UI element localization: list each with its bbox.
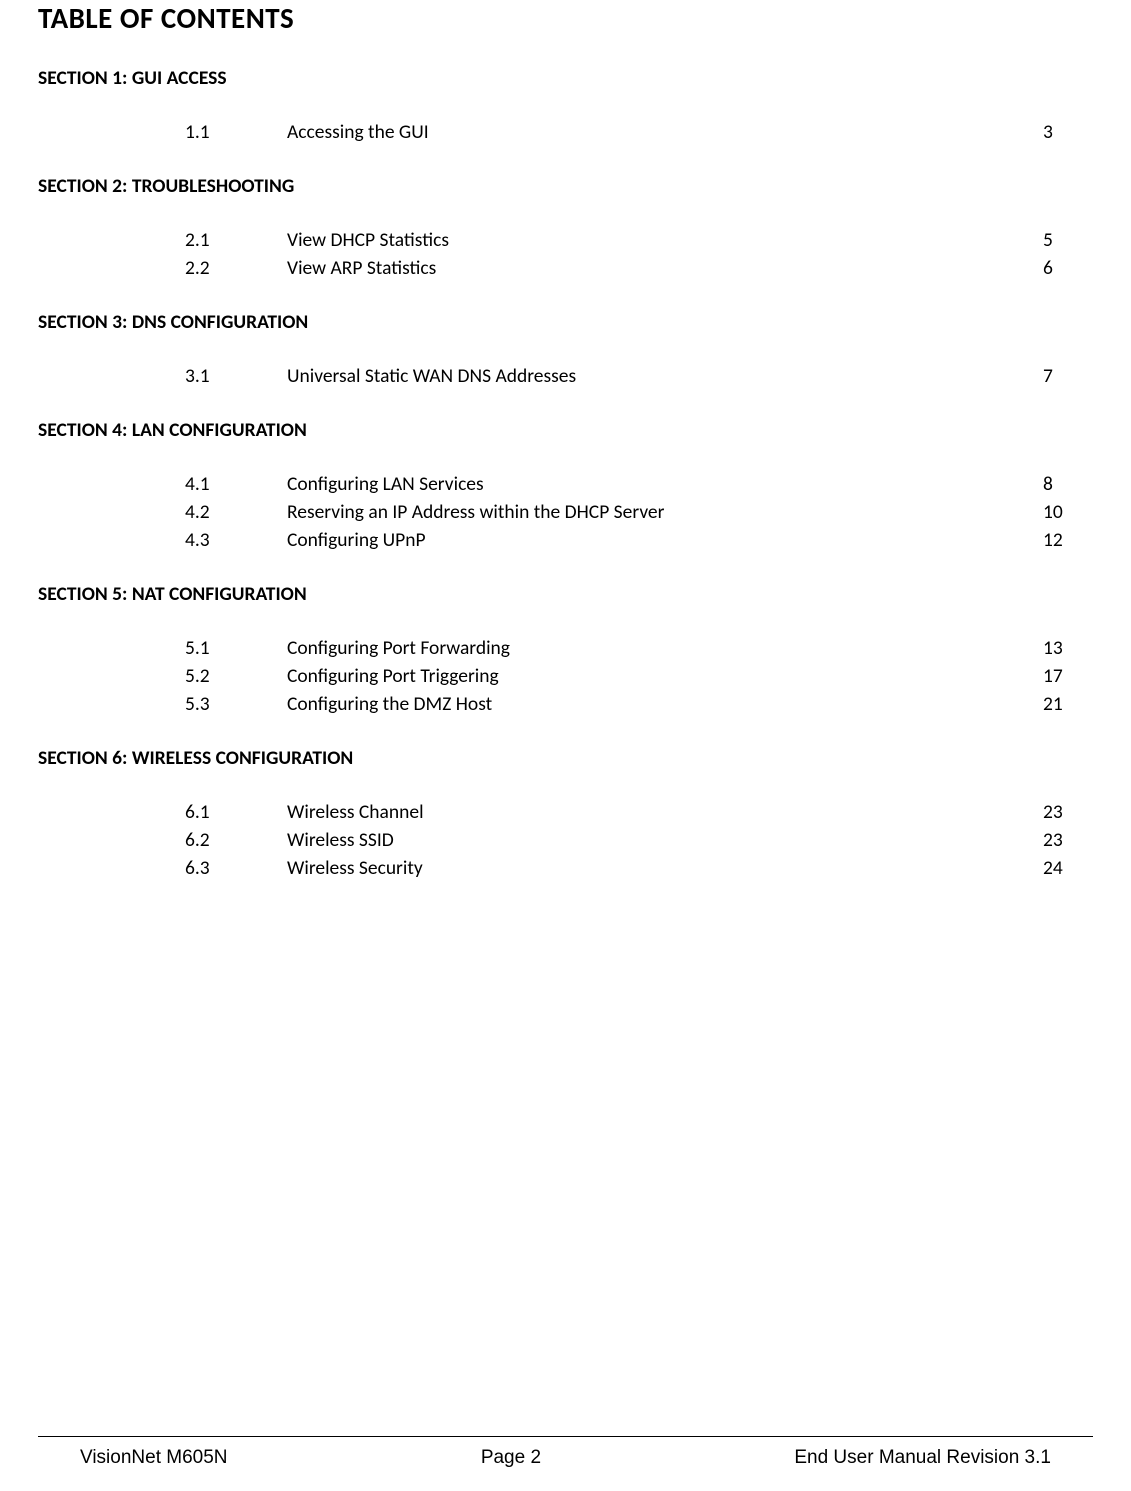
toc-entry-title: Configuring Port Triggering: [287, 664, 813, 688]
section-header: SECTION 6: WIRELESS CONFIGURATION: [38, 746, 1093, 770]
toc-entry-title: Universal Static WAN DNS Addresses: [287, 364, 813, 388]
toc-entry-title: View ARP Statistics: [287, 256, 813, 280]
toc-entry-page: 7: [813, 364, 1093, 388]
toc-entry: 1.1Accessing the GUI3: [38, 120, 1093, 144]
toc-entry-title: Configuring LAN Services: [287, 472, 813, 496]
toc-entry: 2.2View ARP Statistics6: [38, 256, 1093, 280]
toc-entry-page: 21: [813, 692, 1093, 716]
section-header: SECTION 1: GUI ACCESS: [38, 66, 1093, 90]
toc-entry-number: 2.1: [185, 228, 287, 252]
toc-entry-title: Wireless SSID: [287, 828, 813, 852]
toc-entry-title: Accessing the GUI: [287, 120, 813, 144]
toc-entry-number: 6.1: [185, 800, 287, 824]
toc-entry-page: 8: [813, 472, 1093, 496]
toc-entry-title: Configuring UPnP: [287, 528, 813, 552]
footer-right: End User Manual Revision 3.1: [794, 1447, 1051, 1469]
section-header: SECTION 2: TROUBLESHOOTING: [38, 174, 1093, 198]
toc-entry-title: Wireless Security: [287, 856, 813, 880]
footer-center: Page 2: [481, 1447, 541, 1469]
toc-entry-page: 23: [813, 800, 1093, 824]
toc-entry-page: 3: [813, 120, 1093, 144]
toc-entry-page: 5: [813, 228, 1093, 252]
toc-entry-page: 24: [813, 856, 1093, 880]
toc-entry-page: 13: [813, 636, 1093, 660]
toc-entry-title: View DHCP Statistics: [287, 228, 813, 252]
toc-entry-number: 1.1: [185, 120, 287, 144]
toc-entry-number: 4.3: [185, 528, 287, 552]
toc-entry-title: Configuring Port Forwarding: [287, 636, 813, 660]
table-of-contents: SECTION 1: GUI ACCESS 1.1Accessing the GU…: [38, 66, 1093, 880]
toc-entry: 6.3Wireless Security24: [38, 856, 1093, 880]
toc-entry-number: 3.1: [185, 364, 287, 388]
toc-entry-number: 5.3: [185, 692, 287, 716]
toc-entry: 6.2Wireless SSID23: [38, 828, 1093, 852]
toc-entry-page: 12: [813, 528, 1093, 552]
toc-entry-page: 23: [813, 828, 1093, 852]
toc-entry-title: Wireless Channel: [287, 800, 813, 824]
toc-entry-title: Configuring the DMZ Host: [287, 692, 813, 716]
footer-left: VisionNet M605N: [80, 1447, 228, 1469]
toc-entry-number: 6.3: [185, 856, 287, 880]
toc-entry-page: 17: [813, 664, 1093, 688]
section-header: SECTION 5: NAT CONFIGURATION: [38, 582, 1093, 606]
toc-entry: 6.1Wireless Channel23: [38, 800, 1093, 824]
toc-entry-title: Reserving an IP Address within the DHCP …: [287, 500, 813, 524]
toc-entry-number: 6.2: [185, 828, 287, 852]
toc-entry: 2.1View DHCP Statistics5: [38, 228, 1093, 252]
toc-entry-number: 5.2: [185, 664, 287, 688]
section-header: SECTION 3: DNS CONFIGURATION: [38, 310, 1093, 334]
toc-entry-number: 5.1: [185, 636, 287, 660]
toc-entry-number: 4.2: [185, 500, 287, 524]
page-footer: VisionNet M605N Page 2 End User Manual R…: [38, 1436, 1093, 1491]
toc-entry-page: 6: [813, 256, 1093, 280]
toc-entry: 5.3Configuring the DMZ Host21: [38, 692, 1093, 716]
section-header: SECTION 4: LAN CONFIGURATION: [38, 418, 1093, 442]
toc-entry: 4.2Reserving an IP Address within the DH…: [38, 500, 1093, 524]
toc-entry-page: 10: [813, 500, 1093, 524]
toc-entry: 4.3Configuring UPnP12: [38, 528, 1093, 552]
page-title: TABLE OF CONTENTS: [38, 0, 1093, 36]
toc-entry: 3.1Universal Static WAN DNS Addresses7: [38, 364, 1093, 388]
toc-entry: 5.1Configuring Port Forwarding13: [38, 636, 1093, 660]
toc-entry-number: 4.1: [185, 472, 287, 496]
toc-entry: 4.1Configuring LAN Services8: [38, 472, 1093, 496]
toc-entry: 5.2Configuring Port Triggering17: [38, 664, 1093, 688]
toc-entry-number: 2.2: [185, 256, 287, 280]
